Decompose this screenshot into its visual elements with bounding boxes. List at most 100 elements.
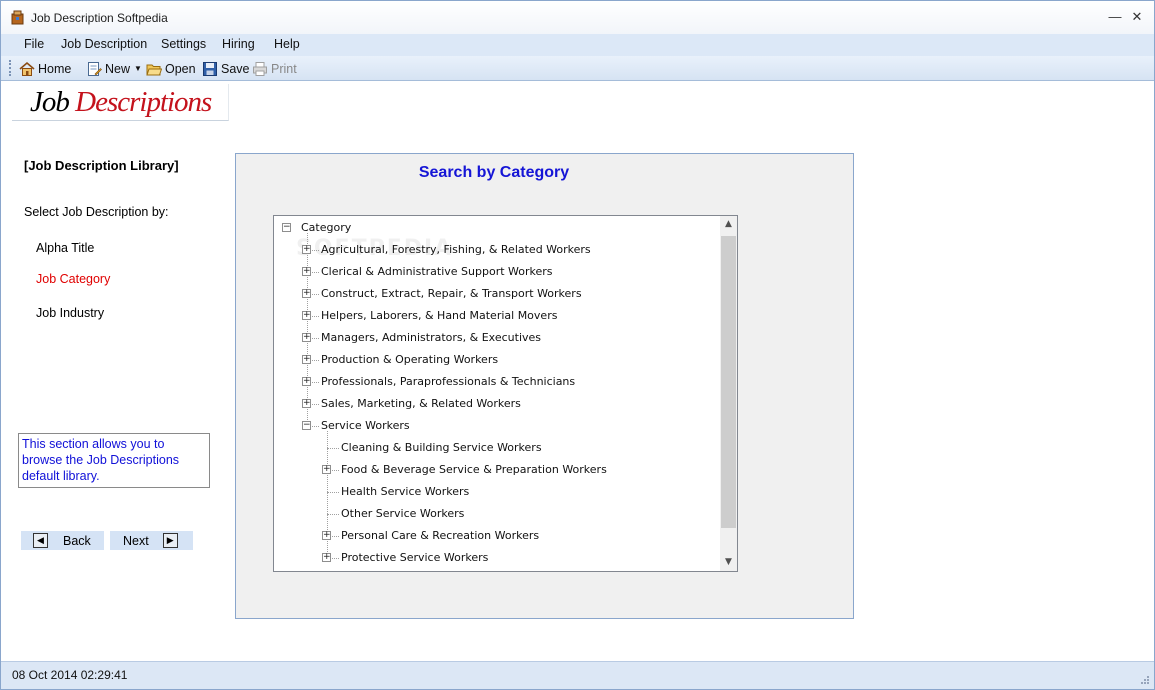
tree-item[interactable]: + Personal Care & Recreation Workers (274, 525, 719, 547)
title-bar: Job Description Softpedia — ✕ (1, 1, 1154, 34)
tree-item[interactable]: Health Service Workers (274, 481, 719, 503)
tree-item-label: Personal Care & Recreation Workers (341, 529, 540, 542)
print-button[interactable]: Print (252, 59, 297, 78)
menu-bar: File Job Description Settings Hiring Hel… (1, 34, 1154, 56)
next-arrow-icon: ▶ (162, 533, 178, 548)
tree-item[interactable]: + Agricultural, Forestry, Fishing, & Rela… (274, 239, 719, 261)
tree-item-label: Helpers, Laborers, & Hand Material Mover… (321, 309, 558, 322)
nav-link-alpha-title[interactable]: Alpha Title (36, 241, 94, 255)
tree-item[interactable]: + Protective Service Workers (274, 547, 719, 569)
app-logo: Job Descriptions (12, 84, 229, 121)
app-icon (11, 10, 24, 25)
tree-item[interactable]: − Service Workers (274, 415, 719, 437)
new-button[interactable]: New ▼ (86, 59, 142, 78)
tree-connector (327, 514, 339, 515)
tree-item-label: Clerical & Administrative Support Worker… (321, 265, 553, 278)
expand-icon[interactable]: + (302, 245, 311, 254)
scroll-up-icon[interactable]: ▲ (720, 216, 737, 233)
close-button[interactable]: ✕ (1126, 7, 1148, 27)
tree-item[interactable]: + Professionals, Paraprofessionals & Tech… (274, 371, 719, 393)
tree-item[interactable]: + Sales, Marketing, & Related Workers (274, 393, 719, 415)
tree-item[interactable]: + Production & Operating Workers (274, 349, 719, 371)
open-button[interactable]: Open (146, 59, 196, 78)
menu-job-description[interactable]: Job Description (61, 37, 147, 51)
status-datetime: 08 Oct 2014 02:29:41 (12, 668, 128, 682)
new-label: New (105, 61, 131, 76)
status-bar: 08 Oct 2014 02:29:41 (1, 661, 1154, 689)
category-tree[interactable]: SOFTPEDIA ▲ ▼ − Category + Agricultural, Fo… (273, 215, 738, 572)
tree-item[interactable]: Cleaning & Building Service Workers (274, 437, 719, 459)
menu-settings[interactable]: Settings (161, 37, 206, 51)
tree-root[interactable]: − Category (274, 217, 719, 239)
home-label: Home (38, 61, 72, 76)
scroll-thumb[interactable] (721, 236, 736, 528)
back-button[interactable]: ◀ Back (21, 531, 104, 550)
vertical-scrollbar[interactable]: ▲ ▼ (720, 216, 737, 571)
expand-icon[interactable]: + (302, 399, 311, 408)
save-button[interactable]: Save (202, 59, 250, 78)
expand-icon[interactable]: + (302, 377, 311, 386)
tree-item[interactable]: + Food & Beverage Service & Preparation W… (274, 459, 719, 481)
open-folder-icon (146, 64, 162, 75)
tree-connector (327, 492, 339, 493)
expand-icon[interactable]: + (302, 311, 311, 320)
tree-item[interactable]: + Clerical & Administrative Support Worke… (274, 261, 719, 283)
save-label: Save (221, 61, 250, 76)
menu-file[interactable]: File (24, 37, 44, 51)
minimize-button[interactable]: — (1104, 7, 1126, 27)
tree-item-label: Production & Operating Workers (321, 353, 499, 366)
next-button[interactable]: Next ▶ (110, 531, 193, 550)
window-title: Job Description Softpedia (31, 11, 168, 25)
collapse-icon[interactable]: − (282, 223, 291, 232)
library-section-title: [Job Description Library] (24, 158, 179, 173)
dropdown-arrow-icon[interactable]: ▼ (134, 64, 142, 73)
tree-item-label: Health Service Workers (341, 485, 470, 498)
tree-item[interactable]: Other Service Workers (274, 503, 719, 525)
expand-icon[interactable]: + (322, 465, 331, 474)
expand-icon[interactable]: + (302, 333, 311, 342)
back-label: Back (63, 533, 91, 548)
expand-icon[interactable]: + (302, 267, 311, 276)
scroll-down-icon[interactable]: ▼ (720, 554, 737, 571)
nav-link-job-category[interactable]: Job Category (36, 272, 110, 286)
tree-item-label: Protective Service Workers (341, 551, 489, 564)
open-label: Open (165, 61, 196, 76)
tree-item-label: Other Service Workers (341, 507, 465, 520)
next-label: Next (123, 533, 149, 548)
new-document-icon (88, 61, 102, 76)
info-box: This section allows you to browse the Jo… (18, 433, 210, 488)
select-by-label: Select Job Description by: (24, 205, 169, 219)
tree-item-label: Construct, Extract, Repair, & Transport … (321, 287, 582, 300)
tree-item[interactable]: + Managers, Administrators, & Executives (274, 327, 719, 349)
toolbar: Home New ▼ Open Save Print (1, 56, 1154, 81)
tree-item-label: Sales, Marketing, & Related Workers (321, 397, 521, 410)
menu-hiring[interactable]: Hiring (222, 37, 255, 51)
tree-item-label: Food & Beverage Service & Preparation Wo… (341, 463, 607, 476)
tree-connector (327, 448, 339, 449)
tree-item-label: Agricultural, Forestry, Fishing, & Relat… (321, 243, 591, 256)
expand-icon[interactable]: + (322, 553, 331, 562)
print-label: Print (271, 61, 297, 76)
tree-item-label: Managers, Administrators, & Executives (321, 331, 542, 344)
printer-icon (253, 61, 267, 76)
tree-item-label: Service Workers (321, 419, 410, 432)
tree-item-label: Cleaning & Building Service Workers (341, 441, 542, 454)
tree-item-label: Category (301, 221, 352, 234)
tree-item[interactable]: + Helpers, Laborers, & Hand Material Move… (274, 305, 719, 327)
nav-link-job-industry[interactable]: Job Industry (36, 306, 104, 320)
save-disk-icon (203, 61, 217, 76)
panel-title: Search by Category (418, 164, 570, 181)
home-button[interactable]: Home (19, 59, 71, 78)
expand-icon[interactable]: + (302, 289, 311, 298)
tree-item[interactable]: + Construct, Extract, Repair, & Transport… (274, 283, 719, 305)
collapse-icon[interactable]: − (302, 421, 311, 430)
home-icon (19, 61, 35, 76)
tree-item-label: Professionals, Paraprofessionals & Techn… (321, 375, 576, 388)
expand-icon[interactable]: + (322, 531, 331, 540)
resize-grip-icon[interactable] (1139, 674, 1150, 685)
expand-icon[interactable]: + (302, 355, 311, 364)
toolbar-grip[interactable] (9, 60, 12, 76)
menu-help[interactable]: Help (274, 37, 300, 51)
logo-text: Job Descriptions (30, 86, 212, 118)
back-arrow-icon: ◀ (33, 533, 48, 548)
